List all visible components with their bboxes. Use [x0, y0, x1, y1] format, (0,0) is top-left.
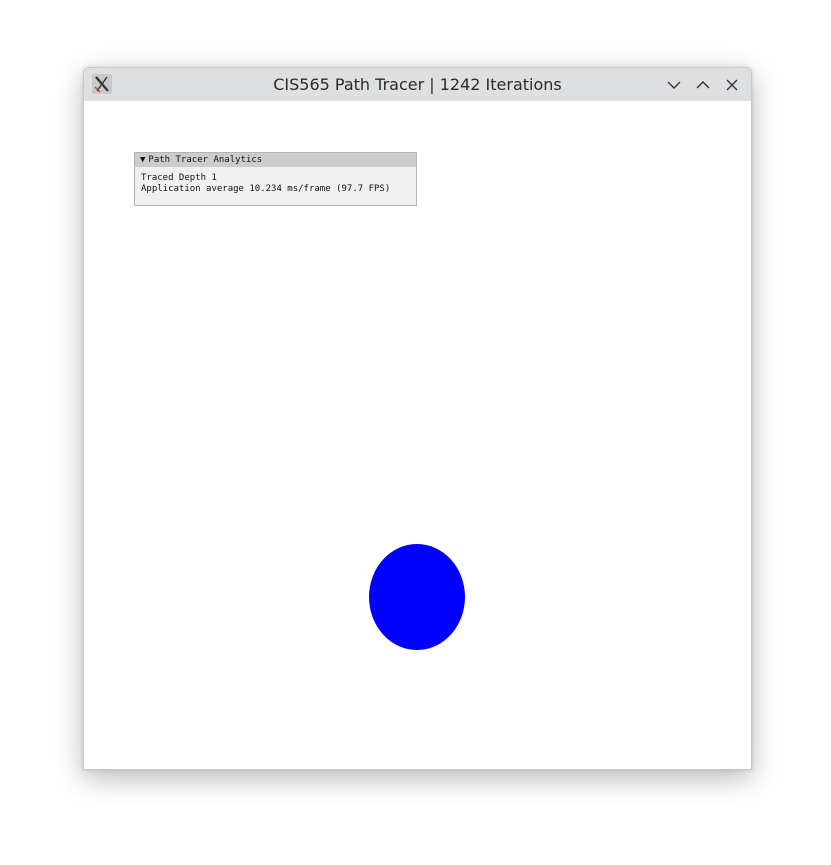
- minimize-button[interactable]: [664, 75, 684, 95]
- title-bar[interactable]: CIS565 Path Tracer | 1242 Iterations: [84, 68, 751, 101]
- rendered-sphere: [369, 544, 465, 650]
- render-viewport[interactable]: ▼ Path Tracer Analytics Traced Depth 1 Ap…: [84, 101, 751, 769]
- maximize-icon: [696, 81, 710, 89]
- window-title: CIS565 Path Tracer | 1242 Iterations: [273, 75, 562, 94]
- close-button[interactable]: [722, 75, 742, 95]
- traced-depth-text: Traced Depth 1: [141, 173, 217, 183]
- panel-header[interactable]: ▼ Path Tracer Analytics: [135, 153, 416, 167]
- app-window: CIS565 Path Tracer | 1242 Iterations ▼ Pa…: [83, 67, 752, 770]
- panel-body: Traced Depth 1 Application average 10.23…: [135, 167, 416, 195]
- analytics-panel[interactable]: ▼ Path Tracer Analytics Traced Depth 1 Ap…: [134, 152, 417, 206]
- frame-time-text: Application average 10.234 ms/frame (97.…: [141, 184, 391, 194]
- close-icon: [726, 79, 738, 91]
- collapse-arrow-icon[interactable]: ▼: [140, 155, 145, 165]
- panel-title: Path Tracer Analytics: [148, 155, 263, 165]
- maximize-button[interactable]: [693, 75, 713, 95]
- minimize-icon: [667, 81, 681, 89]
